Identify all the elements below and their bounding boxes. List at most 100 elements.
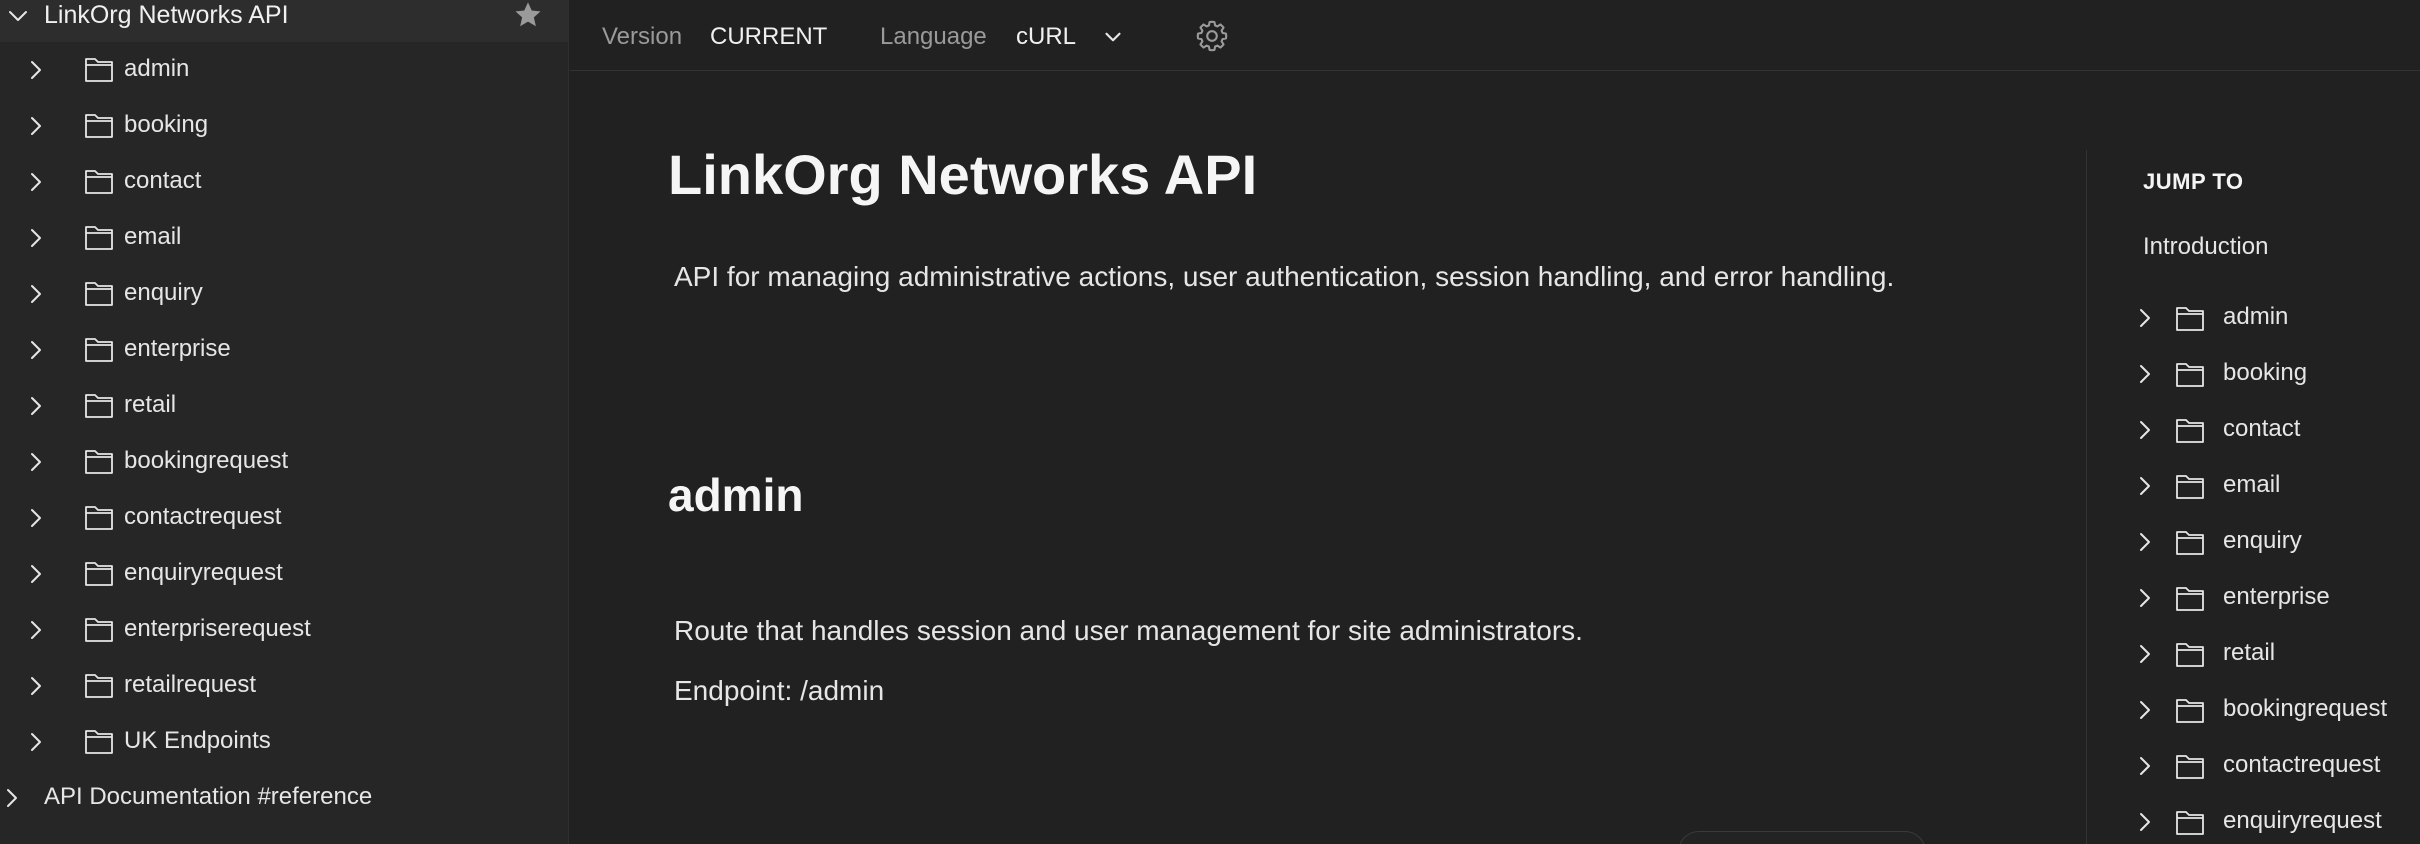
chevron-right-icon[interactable] bbox=[24, 506, 48, 530]
chevron-right-icon[interactable] bbox=[2133, 698, 2157, 722]
jump-item-enterprise[interactable]: enterprise bbox=[2087, 572, 2420, 628]
chevron-right-icon[interactable] bbox=[2133, 474, 2157, 498]
folder-icon bbox=[2175, 696, 2205, 724]
chevron-right-icon[interactable] bbox=[24, 618, 48, 642]
folder-icon bbox=[84, 391, 114, 419]
jump-item-label: retail bbox=[2223, 639, 2276, 666]
jump-item-booking[interactable]: booking bbox=[2087, 348, 2420, 404]
page-title: LinkOrg Networks API bbox=[668, 143, 1258, 206]
folder-icon bbox=[84, 279, 114, 307]
sidebar-item-label: email bbox=[124, 223, 182, 250]
folder-icon bbox=[2175, 416, 2205, 444]
sidebar-item-label: enquiry bbox=[124, 279, 203, 306]
gear-icon[interactable] bbox=[1194, 18, 1230, 54]
language-selector[interactable]: cURL bbox=[1016, 22, 1076, 52]
sidebar-item-email[interactable]: email bbox=[0, 210, 568, 266]
version-selector[interactable]: CURRENT bbox=[710, 22, 827, 52]
sidebar-item-booking[interactable]: booking bbox=[0, 98, 568, 154]
folder-icon bbox=[84, 503, 114, 531]
chevron-right-icon[interactable] bbox=[2133, 362, 2157, 386]
sidebar-item-label: booking bbox=[124, 111, 209, 138]
folder-icon bbox=[84, 55, 114, 83]
chevron-right-icon[interactable] bbox=[2133, 530, 2157, 554]
section-endpoint: Endpoint: /admin bbox=[674, 675, 885, 706]
folder-icon bbox=[84, 111, 114, 139]
chevron-right-icon[interactable] bbox=[24, 170, 48, 194]
jump-item-contact[interactable]: contact bbox=[2087, 404, 2420, 460]
chevron-right-icon[interactable] bbox=[24, 674, 48, 698]
chevron-right-icon[interactable] bbox=[24, 58, 48, 82]
folder-icon bbox=[2175, 472, 2205, 500]
folder-icon bbox=[2175, 360, 2205, 388]
sidebar-item-retail[interactable]: retail bbox=[0, 378, 568, 434]
chevron-down-icon[interactable] bbox=[6, 4, 30, 28]
jump-item-label: enquiry bbox=[2223, 527, 2302, 554]
folder-icon bbox=[2175, 528, 2205, 556]
page-description: API for managing administrative actions,… bbox=[674, 261, 1895, 292]
sidebar-item-enquiry[interactable]: enquiry bbox=[0, 266, 568, 322]
chevron-right-icon[interactable] bbox=[24, 730, 48, 754]
doc-toolbar: Version CURRENT Language cURL bbox=[570, 0, 2420, 71]
chevron-right-icon[interactable] bbox=[24, 282, 48, 306]
sidebar-item-label: enterprise bbox=[124, 335, 231, 362]
chevron-right-icon[interactable] bbox=[24, 114, 48, 138]
collection-name: LinkOrg Networks API bbox=[44, 1, 289, 29]
chevron-right-icon[interactable] bbox=[2133, 754, 2157, 778]
jump-item-label: email bbox=[2223, 471, 2281, 498]
folder-icon bbox=[84, 559, 114, 587]
sidebar-item-enterprise[interactable]: enterprise bbox=[0, 322, 568, 378]
jump-item-retail[interactable]: retail bbox=[2087, 628, 2420, 684]
sidebar-item-label: API Documentation #reference bbox=[44, 783, 373, 810]
jump-to-introduction[interactable]: Introduction bbox=[2143, 232, 2268, 262]
sidebar-item-label: UK Endpoints bbox=[124, 727, 271, 754]
chevron-right-icon[interactable] bbox=[24, 338, 48, 362]
sidebar-item-admin[interactable]: admin bbox=[0, 42, 568, 98]
chevron-right-icon[interactable] bbox=[24, 226, 48, 250]
sidebar-item-label: contactrequest bbox=[124, 503, 282, 530]
chevron-right-icon[interactable] bbox=[2133, 586, 2157, 610]
chevron-right-icon[interactable] bbox=[24, 394, 48, 418]
floating-action-pill[interactable] bbox=[1678, 831, 1926, 844]
jump-item-label: contact bbox=[2223, 415, 2301, 442]
jump-item-enquiry[interactable]: enquiry bbox=[2087, 516, 2420, 572]
sidebar-item-api-reference[interactable]: API Documentation #reference bbox=[0, 770, 568, 826]
chevron-right-icon[interactable] bbox=[2133, 418, 2157, 442]
chevron-right-icon[interactable] bbox=[24, 450, 48, 474]
section-description: Route that handles session and user mana… bbox=[674, 615, 1583, 646]
sidebar-item-enquiryrequest[interactable]: enquiryrequest bbox=[0, 546, 568, 602]
folder-icon bbox=[84, 727, 114, 755]
documentation-content: LinkOrg Networks API API for managing ad… bbox=[570, 71, 2086, 844]
version-label: Version bbox=[602, 23, 683, 50]
sidebar-item-contactrequest[interactable]: contactrequest bbox=[0, 490, 568, 546]
sidebar-item-contact[interactable]: contact bbox=[0, 154, 568, 210]
jump-item-email[interactable]: email bbox=[2087, 460, 2420, 516]
jump-item-bookingrequest[interactable]: bookingrequest bbox=[2087, 684, 2420, 740]
chevron-right-icon[interactable] bbox=[2133, 642, 2157, 666]
sidebar-item-label: enquiryrequest bbox=[124, 559, 283, 586]
jump-item-contactrequest[interactable]: contactrequest bbox=[2087, 740, 2420, 796]
star-icon[interactable] bbox=[512, 0, 544, 31]
jump-item-label: contactrequest bbox=[2223, 751, 2381, 778]
jump-item-label: bookingrequest bbox=[2223, 695, 2388, 722]
folder-icon bbox=[84, 447, 114, 475]
sidebar-item-label: admin bbox=[124, 55, 190, 82]
chevron-down-icon[interactable] bbox=[1100, 24, 1126, 50]
section-title-admin: admin bbox=[668, 469, 804, 521]
sidebar-item-retailrequest[interactable]: retailrequest bbox=[0, 658, 568, 714]
collection-header[interactable]: LinkOrg Networks API bbox=[0, 0, 568, 42]
folder-icon bbox=[2175, 808, 2205, 836]
jump-item-enquiryrequest[interactable]: enquiryrequest bbox=[2087, 796, 2420, 844]
chevron-right-icon[interactable] bbox=[2133, 810, 2157, 834]
sidebar-item-uk-endpoints[interactable]: UK Endpoints bbox=[0, 714, 568, 770]
chevron-right-icon[interactable] bbox=[2133, 306, 2157, 330]
chevron-right-icon[interactable] bbox=[24, 562, 48, 586]
folder-icon bbox=[2175, 752, 2205, 780]
jump-item-admin[interactable]: admin bbox=[2087, 292, 2420, 348]
folder-icon bbox=[2175, 584, 2205, 612]
language-label: Language bbox=[880, 23, 987, 50]
folder-icon bbox=[84, 223, 114, 251]
sidebar-item-bookingrequest[interactable]: bookingrequest bbox=[0, 434, 568, 490]
sidebar: LinkOrg Networks API admin booking conta… bbox=[0, 0, 569, 844]
chevron-right-icon[interactable] bbox=[0, 786, 24, 810]
sidebar-item-enterpriserequest[interactable]: enterpriserequest bbox=[0, 602, 568, 658]
